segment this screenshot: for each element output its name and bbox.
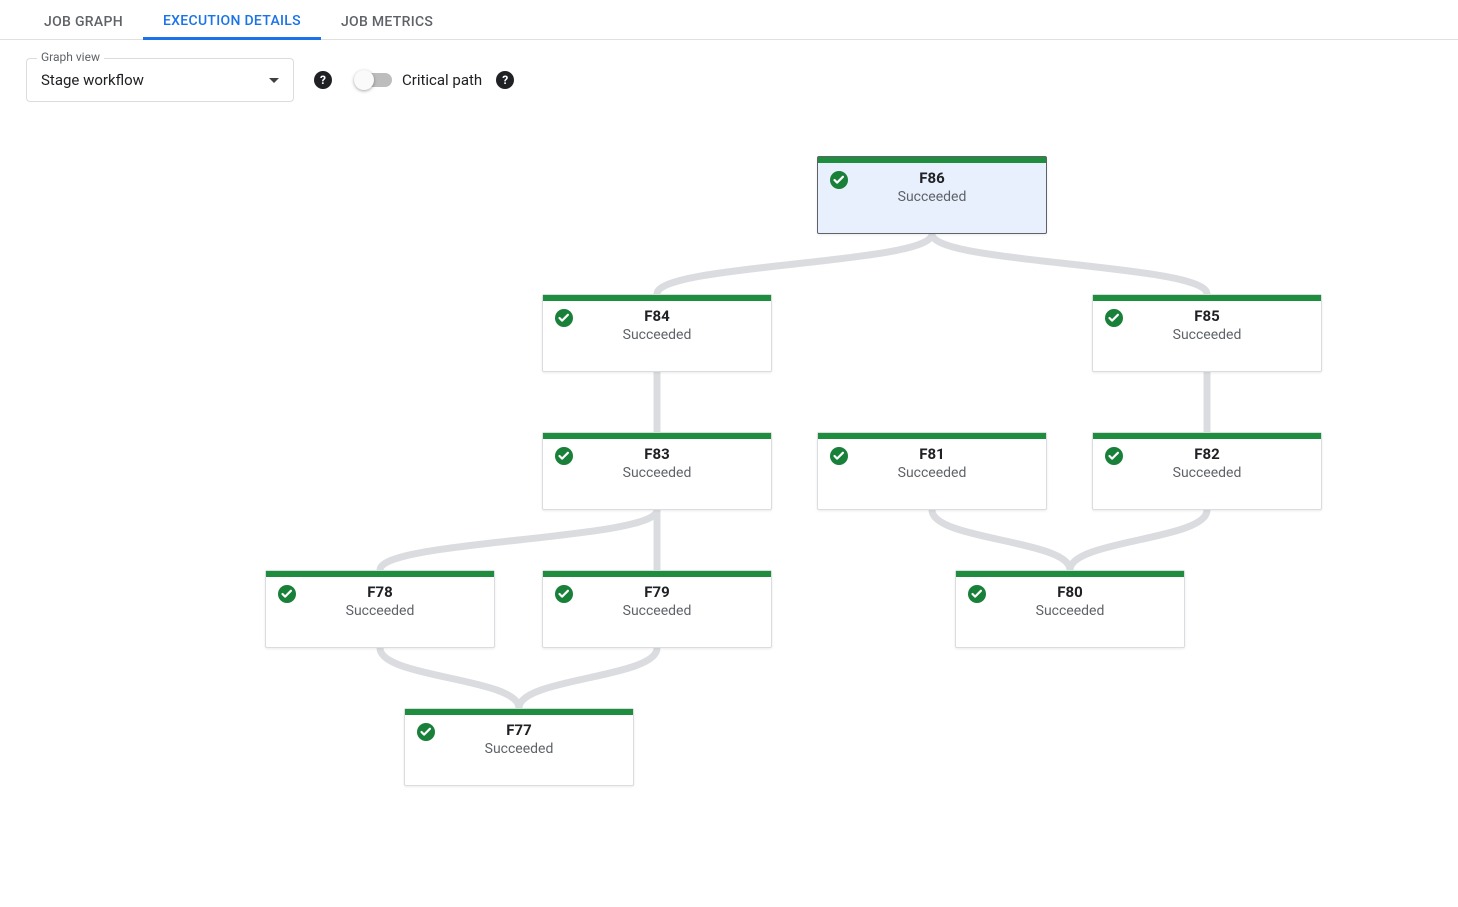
stage-id: F79: [543, 583, 771, 601]
chevron-down-icon: [269, 78, 279, 83]
stage-status: Succeeded: [818, 465, 1046, 481]
stage-node-f84[interactable]: F84 Succeeded: [542, 294, 772, 372]
tab-job-metrics[interactable]: JOB METRICS: [321, 14, 453, 40]
stage-node-f79[interactable]: F79 Succeeded: [542, 570, 772, 648]
stage-status: Succeeded: [818, 189, 1046, 205]
status-bar: [543, 295, 771, 301]
stage-id: F77: [405, 721, 633, 739]
check-circle-icon: [417, 723, 435, 741]
status-bar: [266, 571, 494, 577]
check-circle-icon: [555, 447, 573, 465]
status-bar: [1093, 295, 1321, 301]
check-circle-icon: [830, 447, 848, 465]
check-circle-icon: [968, 585, 986, 603]
tab-bar: JOB GRAPHEXECUTION DETAILSJOB METRICS: [0, 0, 1458, 40]
stage-workflow-graph[interactable]: F86 Succeeded F84 Succeeded F85 Succeede…: [0, 126, 1458, 906]
check-circle-icon: [1105, 447, 1123, 465]
stage-node-f82[interactable]: F82 Succeeded: [1092, 432, 1322, 510]
status-bar: [956, 571, 1184, 577]
check-circle-icon: [555, 585, 573, 603]
tab-execution-details[interactable]: EXECUTION DETAILS: [143, 13, 321, 40]
stage-status: Succeeded: [405, 741, 633, 757]
edge-f82-f80: [1070, 510, 1207, 570]
stage-id: F84: [543, 307, 771, 325]
stage-status: Succeeded: [1093, 465, 1321, 481]
edge-f86-f85: [932, 234, 1207, 294]
critical-path-label: Critical path: [402, 71, 482, 89]
status-bar: [543, 571, 771, 577]
stage-status: Succeeded: [956, 603, 1184, 619]
stage-id: F83: [543, 445, 771, 463]
stage-status: Succeeded: [543, 465, 771, 481]
edge-f86-f84: [657, 234, 932, 294]
stage-node-f85[interactable]: F85 Succeeded: [1092, 294, 1322, 372]
stage-status: Succeeded: [543, 327, 771, 343]
edge-f81-f80: [932, 510, 1070, 570]
status-bar: [1093, 433, 1321, 439]
stage-id: F80: [956, 583, 1184, 601]
graph-edges: [0, 126, 1458, 906]
graph-view-select[interactable]: Graph view Stage workflow: [26, 58, 294, 102]
help-icon[interactable]: ?: [496, 71, 514, 89]
toggle-thumb: [354, 70, 374, 90]
controls-row: Graph view Stage workflow ? Critical pat…: [0, 40, 1458, 102]
edge-f79-f77: [519, 648, 657, 708]
stage-node-f80[interactable]: F80 Succeeded: [955, 570, 1185, 648]
status-bar: [818, 433, 1046, 439]
stage-node-f81[interactable]: F81 Succeeded: [817, 432, 1047, 510]
edge-f78-f77: [380, 648, 519, 708]
tab-job-graph[interactable]: JOB GRAPH: [24, 14, 143, 40]
check-circle-icon: [278, 585, 296, 603]
graph-view-selected-value: Stage workflow: [41, 71, 269, 89]
status-bar: [543, 433, 771, 439]
stage-id: F81: [818, 445, 1046, 463]
stage-node-f86[interactable]: F86 Succeeded: [817, 156, 1047, 234]
stage-id: F85: [1093, 307, 1321, 325]
graph-view-float-label: Graph view: [37, 50, 104, 64]
check-circle-icon: [555, 309, 573, 327]
stage-node-f78[interactable]: F78 Succeeded: [265, 570, 495, 648]
stage-id: F78: [266, 583, 494, 601]
status-bar: [818, 157, 1046, 163]
stage-id: F86: [818, 169, 1046, 187]
stage-status: Succeeded: [1093, 327, 1321, 343]
stage-status: Succeeded: [543, 603, 771, 619]
stage-node-f83[interactable]: F83 Succeeded: [542, 432, 772, 510]
edge-f83-f78: [380, 510, 657, 570]
stage-id: F82: [1093, 445, 1321, 463]
status-bar: [405, 709, 633, 715]
check-circle-icon: [1105, 309, 1123, 327]
critical-path-toggle[interactable]: [356, 73, 392, 87]
check-circle-icon: [830, 171, 848, 189]
help-icon[interactable]: ?: [314, 71, 332, 89]
stage-status: Succeeded: [266, 603, 494, 619]
stage-node-f77[interactable]: F77 Succeeded: [404, 708, 634, 786]
